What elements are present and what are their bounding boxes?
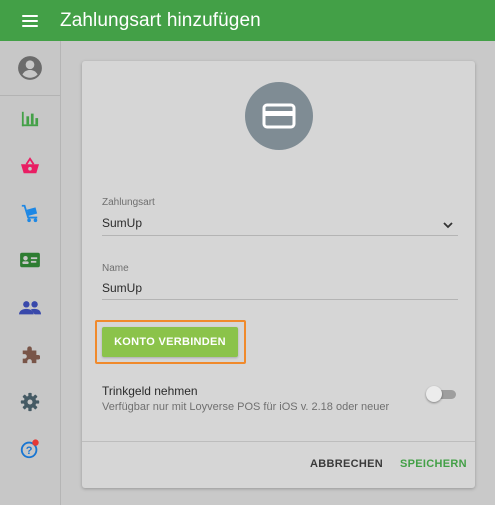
name-input[interactable]: SumUp [102, 281, 142, 295]
sidebar: ? [0, 41, 61, 505]
help-icon[interactable]: ? [0, 429, 60, 469]
app-bar: Zahlungsart hinzufügen [0, 0, 495, 41]
gear-icon[interactable] [0, 382, 60, 422]
account-icon[interactable] [0, 48, 60, 88]
connect-account-button[interactable]: KONTO VERBINDEN [102, 327, 238, 357]
hamburger-menu-icon[interactable] [0, 0, 60, 41]
credit-card-icon [245, 82, 313, 150]
payment-type-underline [102, 235, 458, 236]
bar-chart-icon[interactable] [0, 99, 60, 139]
sidebar-divider [0, 95, 60, 96]
people-icon[interactable] [0, 288, 60, 328]
puzzle-icon[interactable] [0, 335, 60, 375]
name-underline [102, 299, 458, 300]
payment-type-select[interactable]: SumUp [102, 216, 142, 230]
toggle-knob [426, 386, 442, 402]
name-label: Name [102, 263, 129, 274]
svg-text:?: ? [26, 445, 33, 457]
payment-type-label: Zahlungsart [102, 197, 155, 208]
chevron-down-icon[interactable] [443, 221, 453, 229]
id-card-icon[interactable] [0, 240, 60, 280]
cancel-button[interactable]: ABBRECHEN [310, 458, 383, 470]
cart-icon[interactable] [0, 193, 60, 233]
shopping-basket-icon[interactable] [0, 146, 60, 186]
page-title: Zahlungsart hinzufügen [60, 9, 261, 31]
card-divider [82, 441, 475, 442]
tip-subtitle: Verfügbar nur mit Loyverse POS für iOS v… [102, 401, 390, 413]
tip-toggle[interactable] [426, 385, 456, 403]
payment-type-form: Zahlungsart SumUp Name SumUp KONTO VERBI… [82, 61, 475, 488]
tip-title: Trinkgeld nehmen [102, 384, 198, 398]
save-button[interactable]: SPEICHERN [400, 458, 467, 470]
notification-badge [32, 439, 39, 446]
